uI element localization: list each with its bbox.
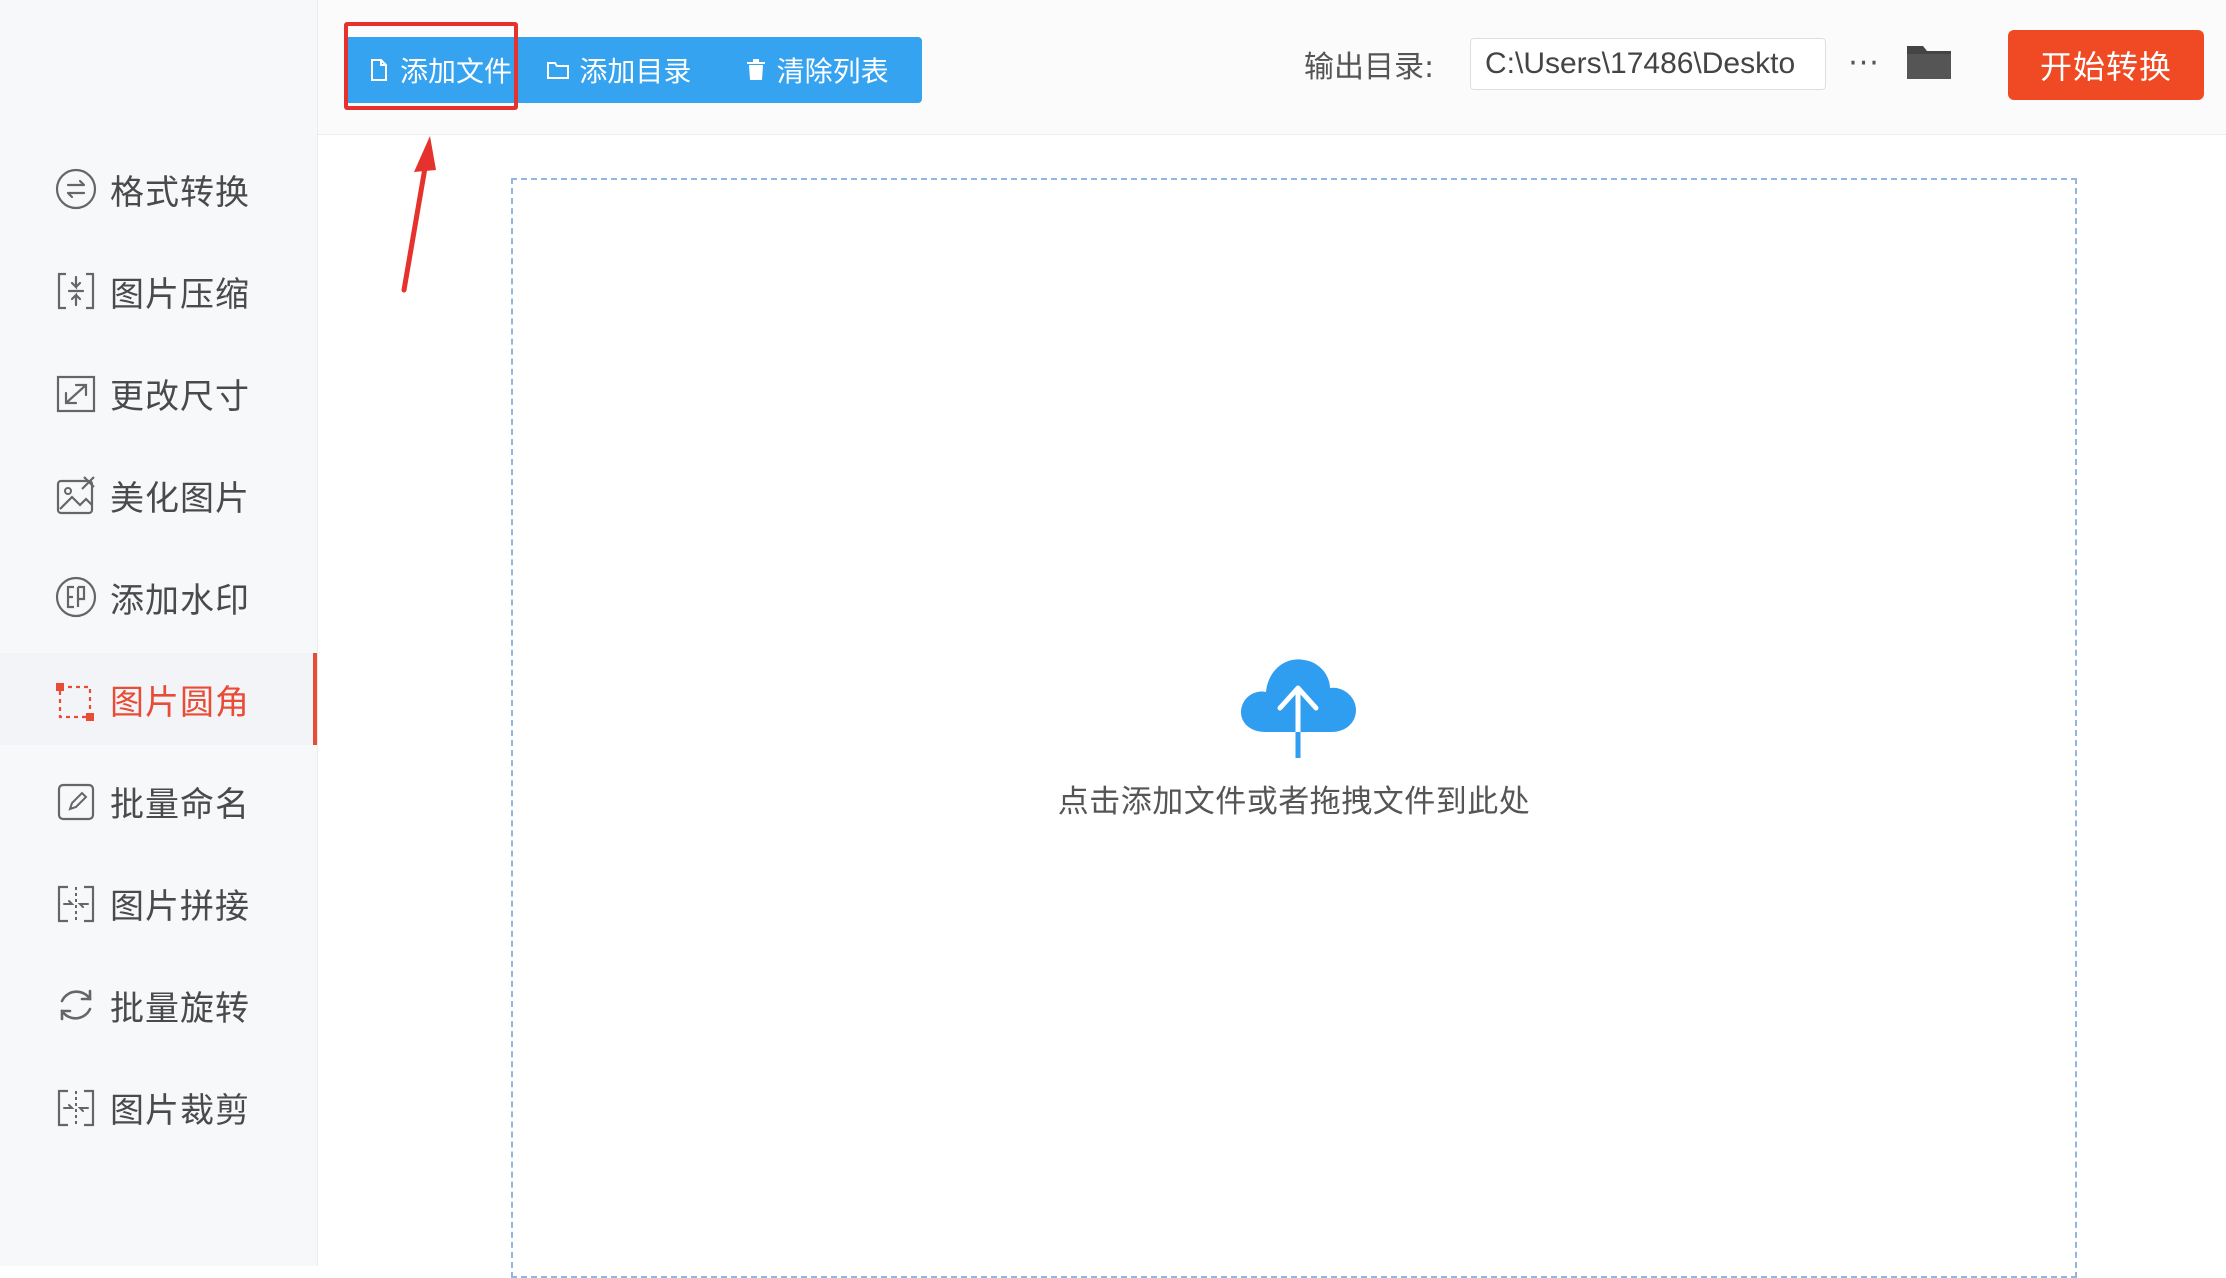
format-convert-icon bbox=[54, 167, 98, 211]
sidebar-item-watermark[interactable]: 添加水印 bbox=[0, 551, 317, 643]
start-convert-button[interactable]: 开始转换 bbox=[2008, 30, 2204, 100]
resize-icon bbox=[54, 371, 98, 415]
sidebar-item-label: 更改尺寸 bbox=[110, 376, 250, 417]
sidebar-item-rename[interactable]: 批量命名 bbox=[0, 755, 317, 847]
more-options-button[interactable]: ··· bbox=[1842, 38, 1886, 88]
open-folder-button[interactable] bbox=[1904, 40, 1954, 84]
add-directory-label: 添加目录 bbox=[579, 55, 692, 88]
sidebar-item-label: 批量命名 bbox=[110, 784, 250, 825]
folder-icon bbox=[1907, 46, 1951, 79]
sidebar-item-rotate[interactable]: 批量旋转 bbox=[0, 959, 317, 1051]
add-file-button[interactable]: 添加文件 bbox=[344, 37, 537, 103]
rotate-icon bbox=[54, 983, 98, 1027]
crop-icon bbox=[54, 1085, 98, 1129]
sidebar-item-label: 图片圆角 bbox=[110, 682, 250, 723]
file-icon bbox=[371, 59, 387, 81]
compress-icon bbox=[54, 269, 98, 313]
sidebar-item-label: 批量旋转 bbox=[110, 988, 250, 1029]
sidebar-item-compress[interactable]: 图片压缩 bbox=[0, 245, 317, 337]
sidebar-item-label: 添加水印 bbox=[110, 580, 250, 621]
clear-list-button[interactable]: 清除列表 bbox=[743, 37, 922, 103]
sidebar-item-format-convert[interactable]: 格式转换 bbox=[0, 143, 317, 235]
sidebar-item-label: 格式转换 bbox=[110, 172, 250, 213]
add-file-label: 添加文件 bbox=[400, 55, 513, 88]
watermark-icon bbox=[54, 575, 98, 619]
add-directory-button[interactable]: 添加目录 bbox=[537, 37, 742, 103]
cloud-upload-icon bbox=[1241, 659, 1356, 758]
sidebar-item-label: 美化图片 bbox=[110, 478, 250, 519]
toolbar-button-group: 添加文件 添加目录 清除列表 bbox=[344, 37, 922, 103]
output-directory-label: 输出目录: bbox=[1304, 50, 1435, 85]
drop-hint-text: 点击添加文件或者拖拽文件到此处 bbox=[1057, 784, 1531, 820]
beautify-icon bbox=[54, 473, 98, 517]
file-drop-zone[interactable]: 点击添加文件或者拖拽文件到此处 bbox=[511, 178, 2077, 1278]
rename-icon bbox=[54, 779, 98, 823]
output-directory-input[interactable] bbox=[1470, 38, 1826, 90]
sidebar-item-rounded-corner[interactable]: 图片圆角 bbox=[0, 653, 317, 745]
sidebar-item-crop[interactable]: 图片裁剪 bbox=[0, 1061, 317, 1153]
clear-list-label: 清除列表 bbox=[776, 55, 889, 88]
trash-icon bbox=[746, 59, 765, 80]
sidebar-item-label: 图片压缩 bbox=[110, 274, 250, 315]
rounded-corner-icon bbox=[54, 677, 98, 721]
sidebar-item-label: 图片拼接 bbox=[110, 886, 250, 927]
sidebar-item-beautify[interactable]: 美化图片 bbox=[0, 449, 317, 541]
toolbar: 添加文件 添加目录 清除列表 输出目录: ··· 开始转换 bbox=[318, 0, 2226, 135]
sidebar: 格式转换 图片压缩 更改尺寸 美化图片 添加水印 图片圆角 批量命名 图片拼接 … bbox=[0, 0, 318, 1266]
folder-outline-icon bbox=[547, 62, 570, 79]
sidebar-item-stitch[interactable]: 图片拼接 bbox=[0, 857, 317, 949]
annotation-arrow-icon bbox=[401, 136, 436, 293]
sidebar-item-label: 图片裁剪 bbox=[110, 1090, 250, 1131]
sidebar-item-resize[interactable]: 更改尺寸 bbox=[0, 347, 317, 439]
stitch-icon bbox=[54, 881, 98, 925]
